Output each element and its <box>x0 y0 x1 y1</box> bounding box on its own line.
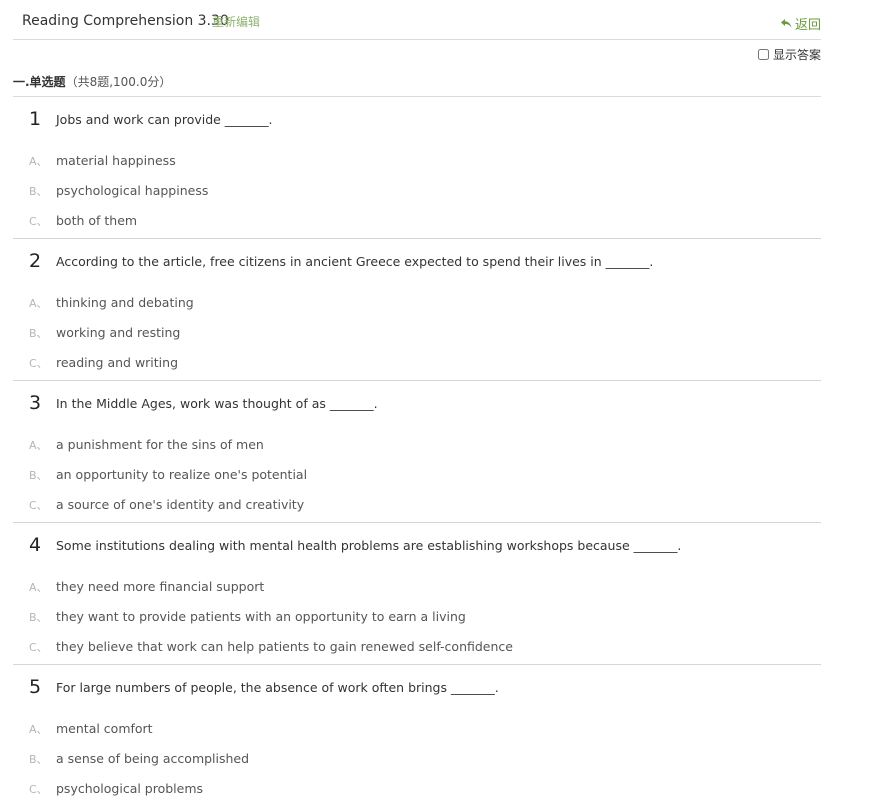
question-item: 3 In the Middle Ages, work was thought o… <box>13 381 821 523</box>
option-letter: C、 <box>29 641 48 654</box>
option-text: a punishment for the sins of men <box>56 437 264 452</box>
section-heading: 一.单选题 <box>13 75 66 89</box>
show-answer-label: 显示答案 <box>773 48 822 62</box>
option-text: a source of one's identity and creativit… <box>56 497 305 512</box>
option-letter: A、 <box>29 439 48 452</box>
option-text: psychological problems <box>56 781 204 796</box>
back-label: 返回 <box>794 18 821 33</box>
page-header: Reading Comprehension 3.30 重新编辑 返回 <box>13 0 821 40</box>
option-letter: C、 <box>29 499 48 512</box>
question-item: 2 According to the article, free citizen… <box>13 239 821 381</box>
option-text: psychological happiness <box>56 183 209 198</box>
back-link[interactable]: 返回 <box>780 14 821 33</box>
reedit-link[interactable]: 重新编辑 <box>212 13 260 30</box>
question-text: According to the article, free citizens … <box>56 254 654 269</box>
option-text: an opportunity to realize one's potentia… <box>56 467 308 482</box>
question-number: 1 <box>29 108 42 130</box>
question-item: 1 Jobs and work can provide _______. A、 m… <box>13 97 821 239</box>
option-letter: A、 <box>29 155 48 168</box>
option-letter: A、 <box>29 297 48 310</box>
question-number: 2 <box>29 250 42 272</box>
show-answer-checkbox[interactable] <box>758 49 769 60</box>
page-title: Reading Comprehension 3.30 <box>22 13 229 29</box>
question-text: For large numbers of people, the absence… <box>56 680 499 695</box>
option-letter: C、 <box>29 357 48 370</box>
question-number: 3 <box>29 392 42 414</box>
question-number: 5 <box>29 676 42 698</box>
option-letter: C、 <box>29 783 48 796</box>
option-letter: C、 <box>29 215 48 228</box>
question-text: Some institutions dealing with mental he… <box>56 538 682 553</box>
option-letter: B、 <box>29 327 48 340</box>
section-meta: （共8题,100.0分） <box>65 75 172 89</box>
option-letter: B、 <box>29 611 48 624</box>
option-text: thinking and debating <box>56 295 194 310</box>
question-number: 4 <box>29 534 42 556</box>
option-text: material happiness <box>56 153 176 168</box>
option-letter: B、 <box>29 185 48 198</box>
question-text: Jobs and work can provide _______. <box>56 112 273 127</box>
question-list: 1 Jobs and work can provide _______. A、 m… <box>13 97 821 807</box>
show-answer-toggle[interactable]: 显示答案 <box>758 46 821 63</box>
option-text: both of them <box>56 213 138 228</box>
option-letter: A、 <box>29 723 48 736</box>
option-letter: A、 <box>29 581 48 594</box>
option-text: a sense of being accomplished <box>56 751 250 766</box>
back-arrow-icon <box>780 18 792 28</box>
option-letter: B、 <box>29 753 48 766</box>
option-text: they believe that work can help patients… <box>56 639 513 654</box>
option-text: they want to provide patients with an op… <box>56 609 466 624</box>
option-text: they need more financial support <box>56 579 265 594</box>
section-title: 一.单选题（共8题,100.0分） <box>13 73 171 90</box>
question-text: In the Middle Ages, work was thought of … <box>56 396 378 411</box>
option-text: working and resting <box>56 325 181 340</box>
option-text: mental comfort <box>56 721 153 736</box>
option-letter: B、 <box>29 469 48 482</box>
question-item: 5 For large numbers of people, the absen… <box>13 665 821 807</box>
question-item: 4 Some institutions dealing with mental … <box>13 523 821 665</box>
option-text: reading and writing <box>56 355 179 370</box>
